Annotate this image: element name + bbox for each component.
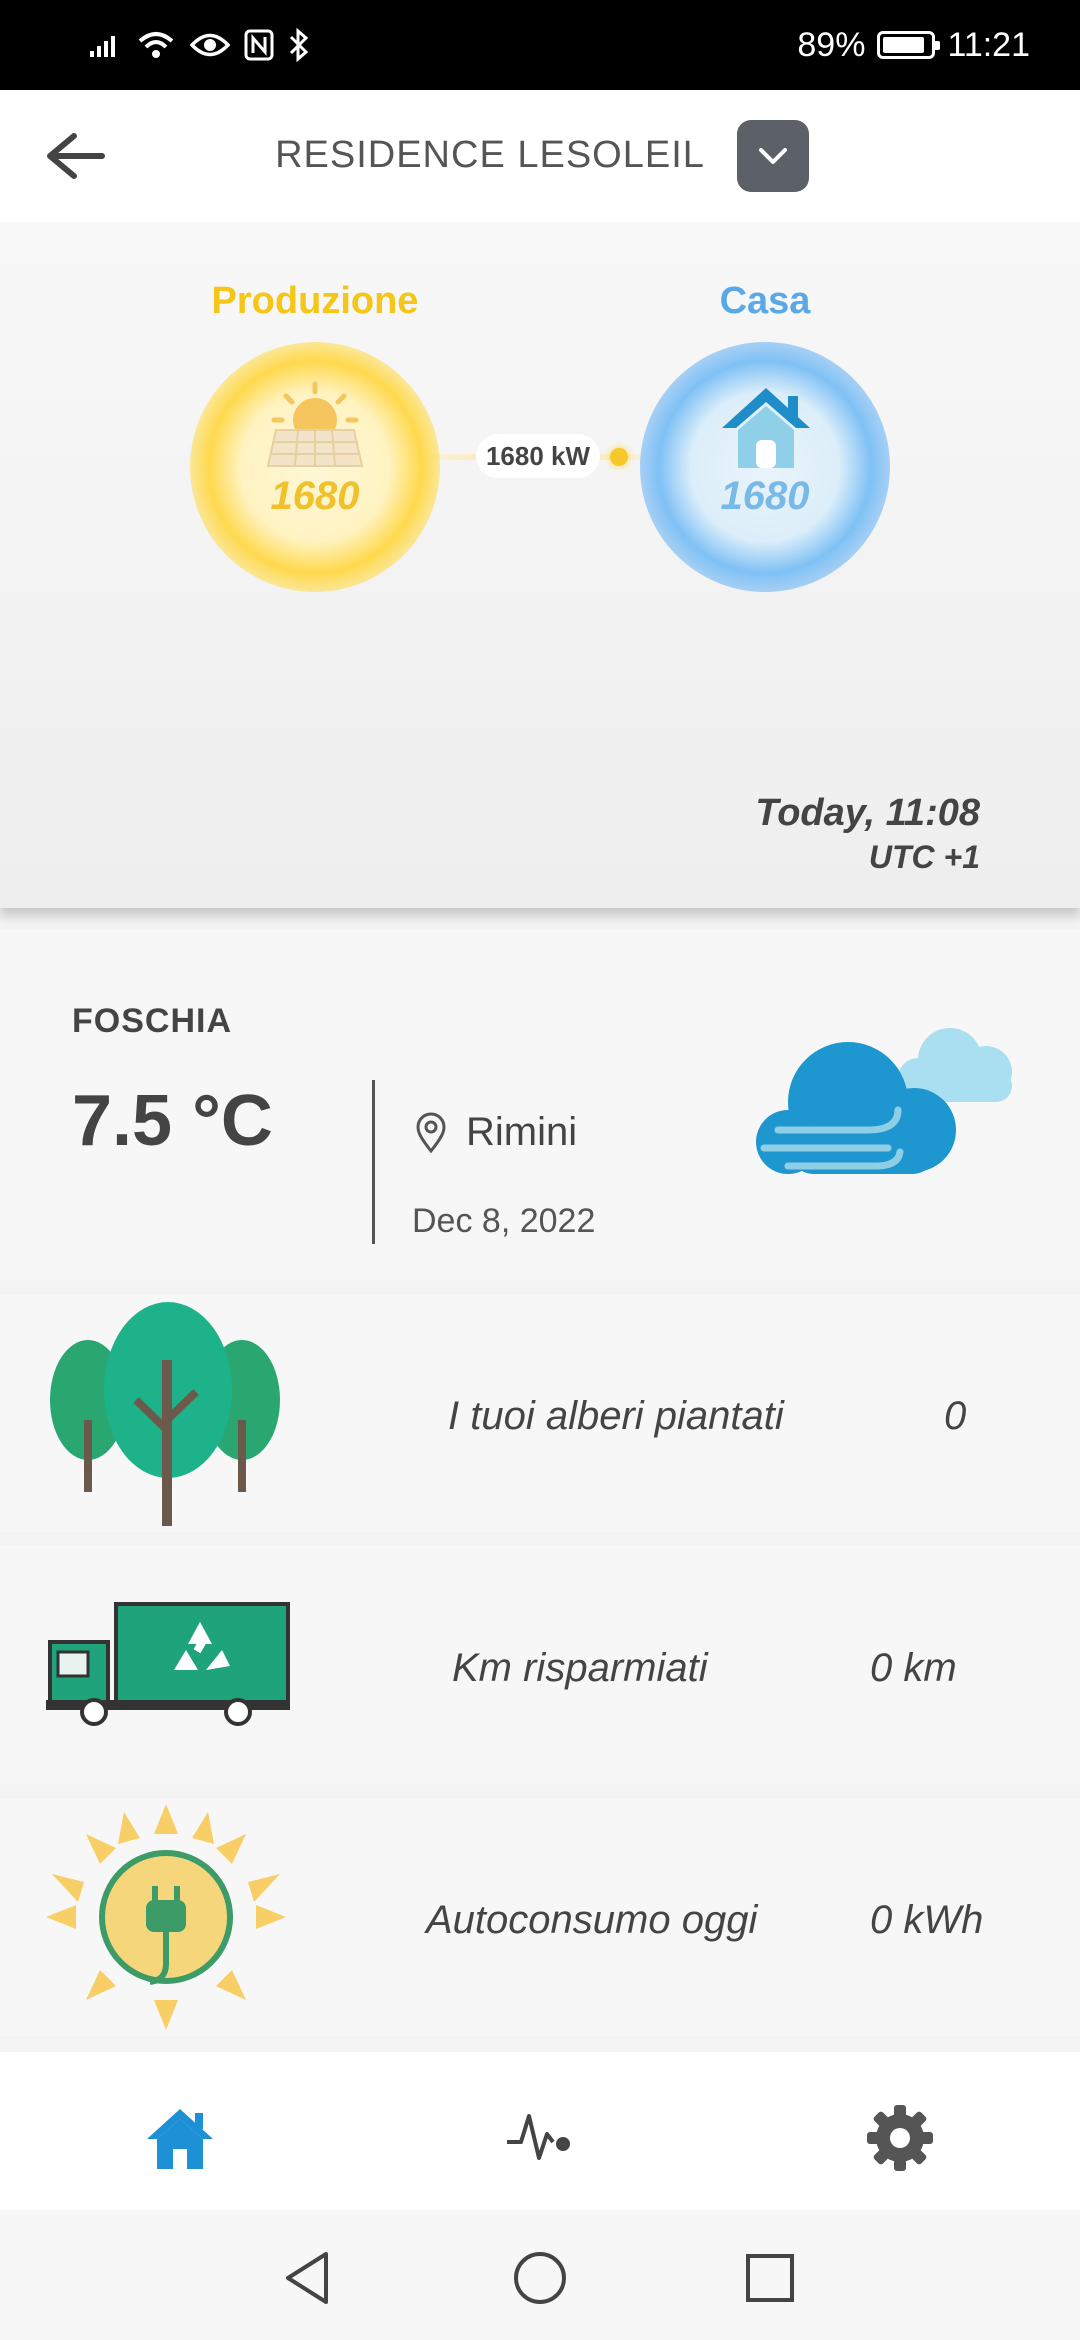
plant-title: RESIDENCE LESOLEIL [275, 134, 705, 176]
nav-home-button[interactable] [140, 2098, 220, 2178]
battery-icon [877, 31, 941, 59]
eye-icon [190, 33, 230, 57]
app-header: RESIDENCE LESOLEIL [0, 90, 1080, 222]
home-icon [147, 2109, 213, 2169]
wifi-icon [138, 32, 174, 58]
recents-square-icon[interactable] [740, 2248, 800, 2308]
production-label: Produzione [211, 280, 419, 322]
nav-activity-button[interactable] [500, 2098, 580, 2178]
solar-panel-icon [266, 381, 364, 467]
signal-icon [90, 36, 115, 57]
weather-location: Rimini [414, 1110, 577, 1155]
flow-value-badge: 1680 kW [476, 434, 600, 478]
fog-cloud-icon [756, 1028, 1012, 1174]
location-pin-icon [416, 1112, 446, 1153]
bluetooth-icon [289, 28, 309, 62]
settings-icon [867, 2105, 933, 2171]
plant-selector-button[interactable] [737, 120, 809, 192]
nfc-icon [244, 29, 274, 61]
system-navigation-bar [0, 2210, 1080, 2340]
update-time: Today, 11:08 [755, 792, 980, 834]
chevron-down-icon [759, 148, 787, 164]
stat-selfconsumption-label: Autoconsumo oggi [426, 1898, 758, 1942]
production-value: 1680 [270, 474, 360, 518]
stat-km-card[interactable]: Km risparmiati 0 km [0, 1546, 1080, 1784]
house-icon [722, 388, 810, 468]
home-circle-icon[interactable] [510, 2248, 570, 2308]
location-name: Rimini [466, 1110, 578, 1154]
weather-condition: FOSCHIA [72, 1002, 232, 1040]
sun-plug-icon [46, 1804, 286, 2030]
back-triangle-icon[interactable] [278, 2248, 338, 2308]
stat-trees-value: 0 [944, 1394, 967, 1438]
energy-flow-panel: Produzione Casa 1680 1680 1680 kW Today,… [0, 222, 1080, 908]
battery-percent: 89% [797, 25, 866, 64]
stat-trees-label: I tuoi alberi piantati [448, 1394, 784, 1438]
recycle-truck-icon [46, 1602, 290, 1726]
weather-card: FOSCHIA 7.5 °C Rimini Dec 8, 2022 [0, 930, 1080, 1280]
last-update: Today, 11:08 UTC +1 [755, 792, 980, 876]
weather-temperature: 7.5 °C [72, 1081, 273, 1161]
home-label: Casa [719, 280, 811, 322]
bottom-navigation [0, 2052, 1080, 2210]
nav-settings-button[interactable] [860, 2098, 940, 2178]
stat-selfconsumption-value: 0 kWh [870, 1898, 984, 1942]
stat-km-value: 0 km [870, 1646, 957, 1690]
stat-selfconsumption-card[interactable]: Autoconsumo oggi 0 kWh [0, 1798, 1080, 2036]
home-value: 1680 [720, 474, 810, 518]
activity-icon [507, 2114, 570, 2160]
flow-indicator-dot [610, 448, 628, 466]
clock: 11:21 [947, 25, 1030, 64]
divider [372, 1080, 375, 1244]
status-bar: 89% 11:21 [0, 0, 1080, 90]
status-right: 89% 11:21 [797, 24, 1030, 66]
trees-icon [50, 1302, 280, 1526]
weather-date: Dec 8, 2022 [412, 1202, 596, 1240]
status-icons [88, 24, 310, 66]
timezone: UTC +1 [868, 839, 980, 875]
stat-km-label: Km risparmiati [452, 1646, 708, 1690]
stat-trees-card[interactable]: I tuoi alberi piantati 0 [0, 1294, 1080, 1532]
